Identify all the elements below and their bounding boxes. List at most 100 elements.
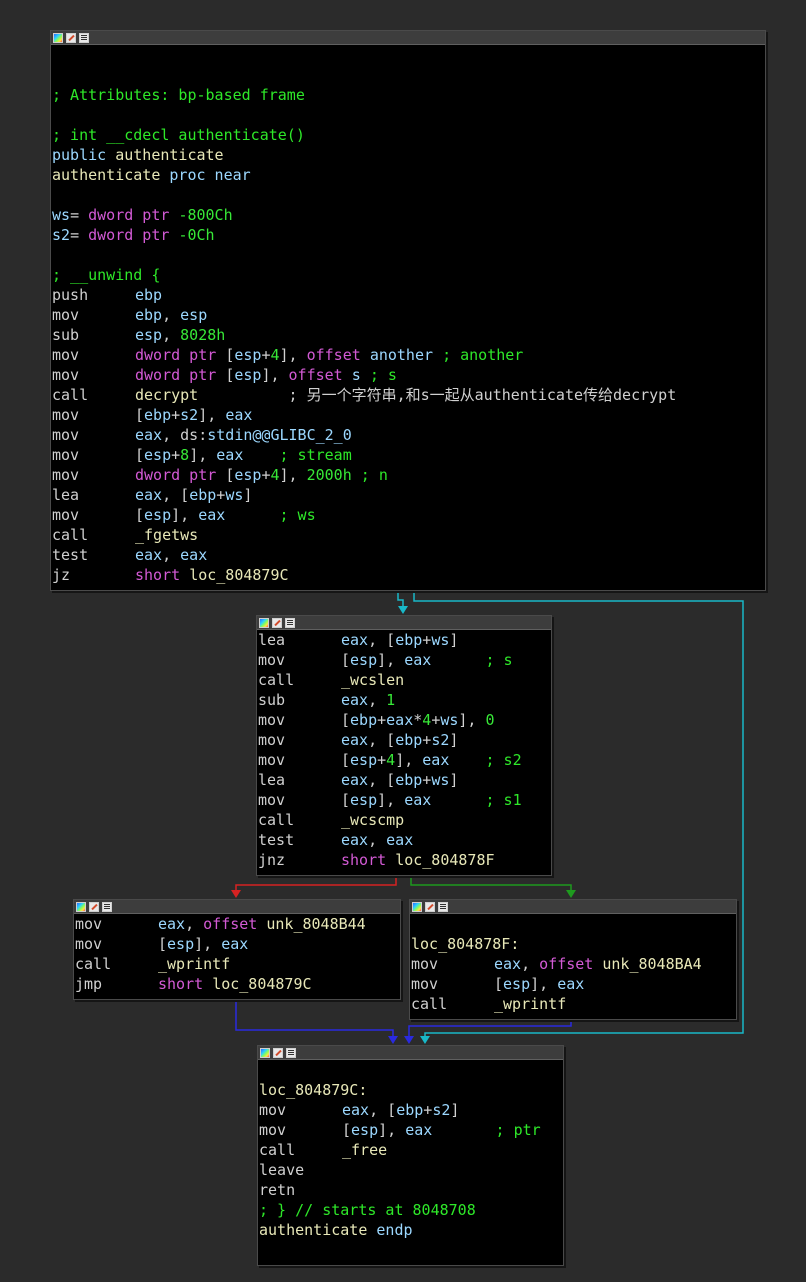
- operand-token: [: [341, 711, 351, 729]
- block-titlebar: [74, 900, 400, 914]
- listing-icon[interactable]: [286, 1047, 296, 1058]
- code-line[interactable]: ; } // starts at 8048708: [259, 1200, 563, 1220]
- code-line[interactable]: [259, 1060, 563, 1080]
- code-line[interactable]: mov eax, [ebp+s2]: [259, 1100, 563, 1120]
- operand-token: ],: [261, 366, 289, 384]
- code-line[interactable]: push ebp: [52, 285, 765, 305]
- code-line[interactable]: loc_804879C:: [259, 1080, 563, 1100]
- operand-token: ebp: [135, 306, 163, 324]
- code-line[interactable]: ; Attributes: bp-based frame: [52, 85, 765, 105]
- code-line[interactable]: ; int __cdecl authenticate(): [52, 125, 765, 145]
- code-line[interactable]: mov eax, [ebp+s2]: [258, 730, 551, 750]
- code-line[interactable]: [52, 65, 765, 85]
- code-line[interactable]: lea eax, [ebp+ws]: [258, 630, 551, 650]
- operand-token: +: [377, 751, 387, 769]
- operand-token: ,: [368, 691, 387, 709]
- code-line[interactable]: [52, 245, 765, 265]
- code-line[interactable]: mov [esp+4], eax ; s2: [258, 750, 551, 770]
- listing-icon[interactable]: [79, 32, 89, 43]
- code-listing: loc_804879C: mov eax, [ebp+s2] mov [esp], ea…: [258, 1060, 563, 1240]
- code-line[interactable]: mov dword ptr [esp], offset s ; s: [52, 365, 765, 385]
- code-line[interactable]: call _free: [259, 1140, 563, 1160]
- code-line[interactable]: authenticate proc near: [52, 165, 765, 185]
- operand-token: esp: [503, 975, 531, 993]
- code-line[interactable]: lea eax, [ebp+ws]: [258, 770, 551, 790]
- code-line[interactable]: mov eax, ds:stdin@@GLIBC_2_0: [52, 425, 765, 445]
- listing-icon[interactable]: [102, 901, 112, 912]
- operand-token: ],: [171, 506, 199, 524]
- code-line[interactable]: call _fgetws: [52, 525, 765, 545]
- graph-icon[interactable]: [53, 32, 63, 43]
- graph-icon[interactable]: [259, 617, 269, 628]
- code-block-compare[interactable]: lea eax, [ebp+ws] mov [esp], eax ; s call _wc…: [256, 615, 552, 876]
- code-line[interactable]: mov eax, offset unk_8048B44: [75, 914, 400, 934]
- code-line[interactable]: mov [ebp+s2], eax: [52, 405, 765, 425]
- operand-token: +: [171, 446, 181, 464]
- code-line[interactable]: [52, 105, 765, 125]
- edge-compare-to-success: [235, 875, 397, 896]
- code-line[interactable]: call _wcscmp: [258, 810, 551, 830]
- code-line[interactable]: mov [esp], eax ; ws: [52, 505, 765, 525]
- code-line[interactable]: ; __unwind {: [52, 265, 765, 285]
- pencil-icon[interactable]: [425, 901, 435, 912]
- pencil-icon[interactable]: [66, 32, 76, 43]
- code-line[interactable]: test eax, eax: [52, 545, 765, 565]
- code-line[interactable]: [411, 914, 736, 934]
- code-line[interactable]: mov eax, offset unk_8048BA4: [411, 954, 736, 974]
- listing-icon[interactable]: [285, 617, 295, 628]
- code-line[interactable]: mov [esp], eax ; ptr: [259, 1120, 563, 1140]
- operand-token: eax: [198, 506, 226, 524]
- operand-token: offset: [288, 366, 352, 384]
- code-line[interactable]: mov ebp, esp: [52, 305, 765, 325]
- code-line[interactable]: mov [esp+8], eax ; stream: [52, 445, 765, 465]
- code-line[interactable]: jmp short loc_804879C: [75, 974, 400, 994]
- mnemonic: lea: [258, 631, 286, 649]
- code-line[interactable]: [52, 45, 765, 65]
- code-line[interactable]: [52, 185, 765, 205]
- code-line[interactable]: retn: [259, 1180, 563, 1200]
- code-line[interactable]: authenticate endp: [259, 1220, 563, 1240]
- code-line[interactable]: call _wprintf: [411, 994, 736, 1014]
- code-line[interactable]: ws= dword ptr -800Ch: [52, 205, 765, 225]
- graph-icon[interactable]: [260, 1047, 270, 1058]
- code-line[interactable]: call decrypt ; 另一个字符串,和s一起从authenticate传给…: [52, 385, 765, 405]
- code-line[interactable]: mov [esp], eax ; s1: [258, 790, 551, 810]
- pencil-icon[interactable]: [273, 1047, 283, 1058]
- mnemonic: call: [259, 1141, 296, 1159]
- pencil-icon[interactable]: [89, 901, 99, 912]
- code-block-entry[interactable]: ; Attributes: bp-based frame ; int __cdec…: [50, 30, 766, 591]
- code-line[interactable]: test eax, eax: [258, 830, 551, 850]
- code-line[interactable]: loc_804878F:: [411, 934, 736, 954]
- code-listing: mov eax, offset unk_8048B44 mov [esp], eax c…: [74, 914, 400, 994]
- operand-token: =: [70, 226, 89, 244]
- graph-icon[interactable]: [76, 901, 86, 912]
- code-line[interactable]: lea eax, [ebp+ws]: [52, 485, 765, 505]
- operand-token: short: [135, 566, 190, 584]
- code-line[interactable]: leave: [259, 1160, 563, 1180]
- operand-token: 2000h: [306, 466, 352, 484]
- code-line[interactable]: sub eax, 1: [258, 690, 551, 710]
- code-line[interactable]: mov [esp], eax: [75, 934, 400, 954]
- pencil-icon[interactable]: [272, 617, 282, 628]
- operand-token: +: [422, 771, 432, 789]
- code-line[interactable]: mov dword ptr [esp+4], offset another ; a…: [52, 345, 765, 365]
- operand-token: eax: [341, 691, 369, 709]
- code-block-success[interactable]: mov eax, offset unk_8048B44 mov [esp], eax c…: [73, 899, 401, 1000]
- operand-token: ; stream: [279, 446, 352, 464]
- code-line[interactable]: jz short loc_804879C: [52, 565, 765, 585]
- code-line[interactable]: call _wcslen: [258, 670, 551, 690]
- code-line[interactable]: s2= dword ptr -0Ch: [52, 225, 765, 245]
- graph-icon[interactable]: [412, 901, 422, 912]
- code-line[interactable]: jnz short loc_804878F: [258, 850, 551, 870]
- code-line[interactable]: call _wprintf: [75, 954, 400, 974]
- code-block-exit[interactable]: loc_804879C: mov eax, [ebp+s2] mov [esp], ea…: [257, 1045, 564, 1266]
- code-line[interactable]: mov [esp], eax ; s: [258, 650, 551, 670]
- code-line[interactable]: public authenticate: [52, 145, 765, 165]
- code-line[interactable]: sub esp, 8028h: [52, 325, 765, 345]
- operand-token: [: [341, 791, 351, 809]
- code-line[interactable]: mov [ebp+eax*4+ws], 0: [258, 710, 551, 730]
- code-block-failure[interactable]: loc_804878F: mov eax, offset unk_8048BA4 mo…: [409, 899, 737, 1020]
- code-line[interactable]: mov [esp], eax: [411, 974, 736, 994]
- code-line[interactable]: mov dword ptr [esp+4], 2000h ; n: [52, 465, 765, 485]
- listing-icon[interactable]: [438, 901, 448, 912]
